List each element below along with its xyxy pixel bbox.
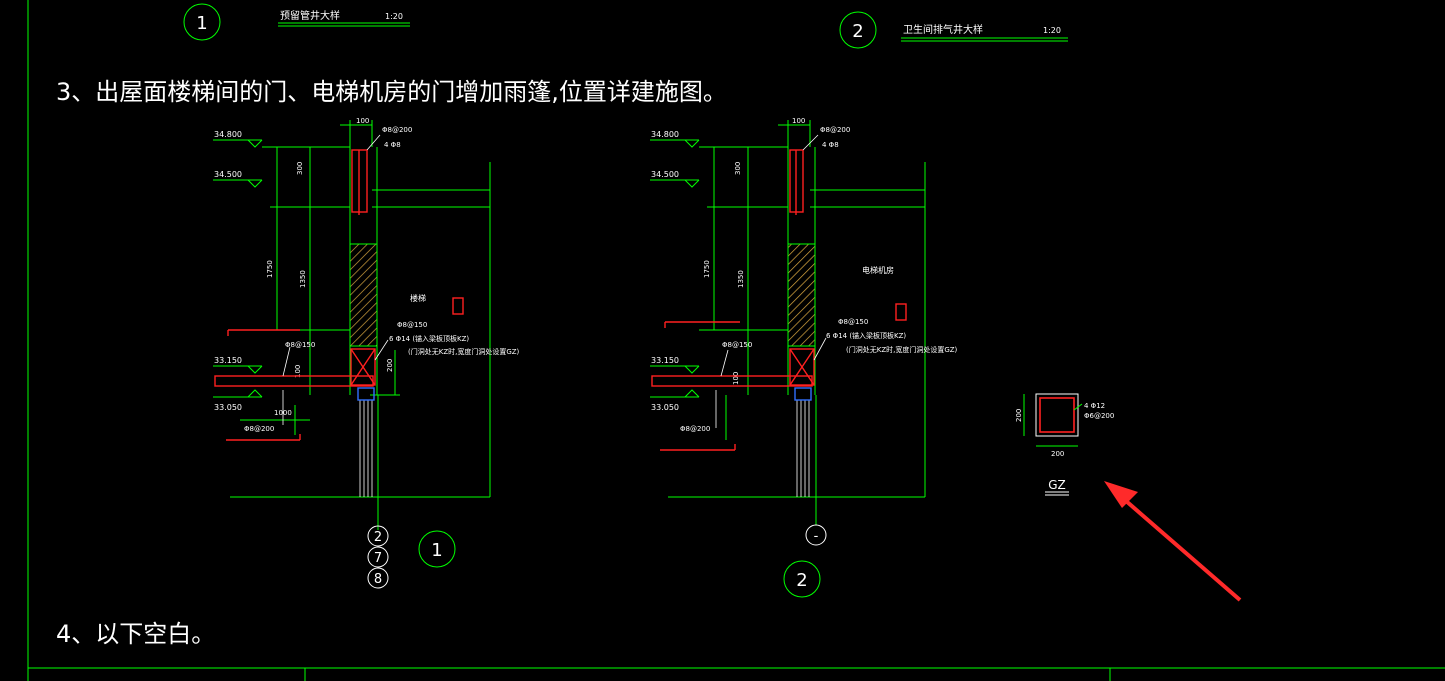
s2-rebar-mid: Φ8@150 bbox=[838, 318, 868, 326]
s1-dim-1350: 1350 bbox=[299, 270, 307, 288]
s1-rebar-bot: Φ8@200 bbox=[244, 425, 274, 433]
s2-door-jamb bbox=[796, 400, 810, 497]
detail1-header: 1 预留管井大样 1:20 bbox=[183, 3, 410, 41]
s2-dim-1750: 1750 bbox=[703, 260, 711, 278]
s2-door-frame bbox=[794, 387, 812, 401]
s1-dim-200: 200 bbox=[386, 359, 394, 372]
s2-elev-2: 34.500 bbox=[651, 170, 679, 179]
s2-rebar-top2: 4 Φ8 bbox=[822, 141, 839, 149]
s2-room-label: 电梯机房 bbox=[862, 265, 894, 275]
s1-dim-top: 100 bbox=[356, 117, 369, 125]
s1-elev-4: 33.050 bbox=[214, 403, 242, 412]
s1-axis-a: 2 bbox=[374, 530, 382, 545]
s2-dim-1350: 1350 bbox=[737, 270, 745, 288]
s2-axis-a: - bbox=[814, 529, 819, 544]
s2-rebar-top1: Φ8@200 bbox=[820, 126, 850, 134]
s1-rebar-kz2: (门洞处无KZ时,宽度门洞处设置GZ) bbox=[408, 347, 520, 356]
s1-dim-300: 300 bbox=[296, 162, 304, 175]
s2-rebar-stir: Φ8@150 bbox=[722, 341, 752, 349]
s1-elev-3: 33.150 bbox=[214, 356, 242, 365]
s1-rebar-mid: Φ8@150 bbox=[397, 321, 427, 329]
section1-drawing[interactable]: 34.800 34.500 33.150 33.050 100 300 1750 bbox=[213, 117, 520, 589]
s1-axis-c: 8 bbox=[374, 572, 382, 587]
s1-rebar-kz1: 6 Φ14 (锚入梁板顶板KZ) bbox=[389, 334, 469, 343]
s1-door-mark bbox=[452, 297, 464, 315]
s1-rebar-top1: Φ8@200 bbox=[382, 126, 412, 134]
gz-detail[interactable]: 200 200 4 Φ12 Φ6@200 GZ bbox=[1015, 393, 1114, 496]
note-4: 4、以下空白。 bbox=[56, 620, 216, 648]
s1-door-jamb bbox=[359, 400, 373, 497]
detail1-number: 1 bbox=[196, 13, 207, 34]
gz-dim-w: 200 bbox=[1051, 450, 1064, 458]
detail2-title: 卫生间排气井大样 bbox=[903, 23, 983, 36]
s2-rebar-kz2: (门洞处无KZ时,宽度门洞处设置GZ) bbox=[846, 345, 958, 354]
annotation-arrow-icon bbox=[1104, 481, 1242, 602]
detail2-number: 2 bbox=[852, 21, 863, 42]
s1-door-frame bbox=[357, 387, 375, 401]
s1-rebar-top2: 4 Φ8 bbox=[384, 141, 401, 149]
note-3: 3、出屋面楼梯间的门、电梯机房的门增加雨篷,位置详建施图。 bbox=[56, 78, 727, 106]
detail1-title: 预留管井大样 bbox=[280, 9, 340, 22]
detail1-scale: 1:20 bbox=[385, 12, 403, 21]
s1-rebar-stir: Φ8@150 bbox=[285, 341, 315, 349]
s2-door-mark bbox=[895, 303, 907, 321]
gz-label: GZ bbox=[1048, 478, 1066, 492]
gz-outline bbox=[1035, 393, 1079, 437]
gz-dim-h: 200 bbox=[1015, 409, 1023, 422]
gz-rebar2: Φ6@200 bbox=[1084, 412, 1114, 420]
s1-dim-1750: 1750 bbox=[266, 260, 274, 278]
s1-elev-2: 34.500 bbox=[214, 170, 242, 179]
s2-rebar-kz1: 6 Φ14 (锚入梁板顶板KZ) bbox=[826, 331, 906, 340]
gz-rebar1: 4 Φ12 bbox=[1084, 402, 1105, 410]
s2-id: 2 bbox=[796, 570, 807, 591]
gz-rebar bbox=[1039, 397, 1075, 433]
s2-dim-300: 300 bbox=[734, 162, 742, 175]
s2-rebar-bot: Φ8@200 bbox=[680, 425, 710, 433]
detail2-scale: 1:20 bbox=[1043, 26, 1061, 35]
s1-axis-b: 7 bbox=[374, 551, 382, 566]
s2-dim-top: 100 bbox=[792, 117, 805, 125]
s2-dim-100: 100 bbox=[732, 372, 740, 385]
s2-elev-4: 33.050 bbox=[651, 403, 679, 412]
s2-elev-top: 34.800 bbox=[651, 130, 679, 139]
section2-drawing[interactable]: 34.800 34.500 33.150 33.050 100 300 1750… bbox=[650, 117, 958, 598]
s2-elev-3: 33.150 bbox=[651, 356, 679, 365]
s1-wall-hatch bbox=[349, 243, 378, 347]
s2-wall-hatch bbox=[787, 243, 816, 347]
s1-elev-top: 34.800 bbox=[214, 130, 242, 139]
s1-room-label: 楼梯 bbox=[410, 293, 426, 303]
detail2-header: 2 卫生间排气井大样 1:20 bbox=[839, 11, 1068, 49]
s1-id: 1 bbox=[431, 540, 442, 561]
